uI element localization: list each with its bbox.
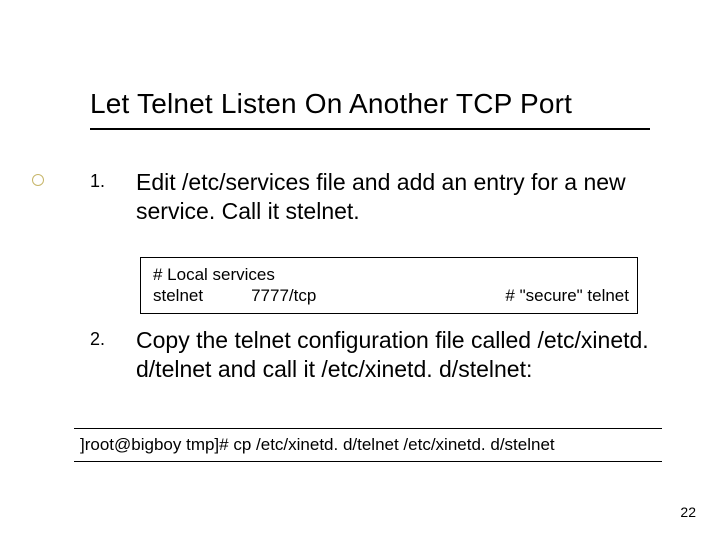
code-box-command: ]root@bigboy tmp]# cp /etc/xinetd. d/tel… [74, 428, 662, 462]
list-item: 2. Copy the telnet configuration file ca… [90, 326, 650, 384]
code-right: # "secure" telnet [505, 285, 629, 306]
code-line: # Local services [153, 264, 629, 285]
item-text: Edit /etc/services file and add an entry… [136, 168, 650, 226]
item-text: Copy the telnet configuration file calle… [136, 326, 650, 384]
item-number: 1. [90, 168, 136, 192]
code-line: stelnet 7777/tcp # "secure" telnet [153, 285, 629, 306]
decorative-bullet [32, 174, 44, 186]
slide: Let Telnet Listen On Another TCP Port 1.… [0, 0, 720, 540]
code-token: stelnet [153, 286, 203, 305]
code-left: stelnet 7777/tcp [153, 285, 316, 306]
item-number: 2. [90, 326, 136, 350]
ordered-list: 1. Edit /etc/services file and add an en… [90, 168, 650, 240]
list-item: 1. Edit /etc/services file and add an en… [90, 168, 650, 226]
page-number: 22 [680, 504, 696, 520]
slide-title: Let Telnet Listen On Another TCP Port [90, 88, 572, 120]
code-box-services: # Local services stelnet 7777/tcp # "secu… [140, 257, 638, 314]
title-rule [90, 128, 650, 130]
code-token: 7777/tcp [251, 286, 316, 305]
